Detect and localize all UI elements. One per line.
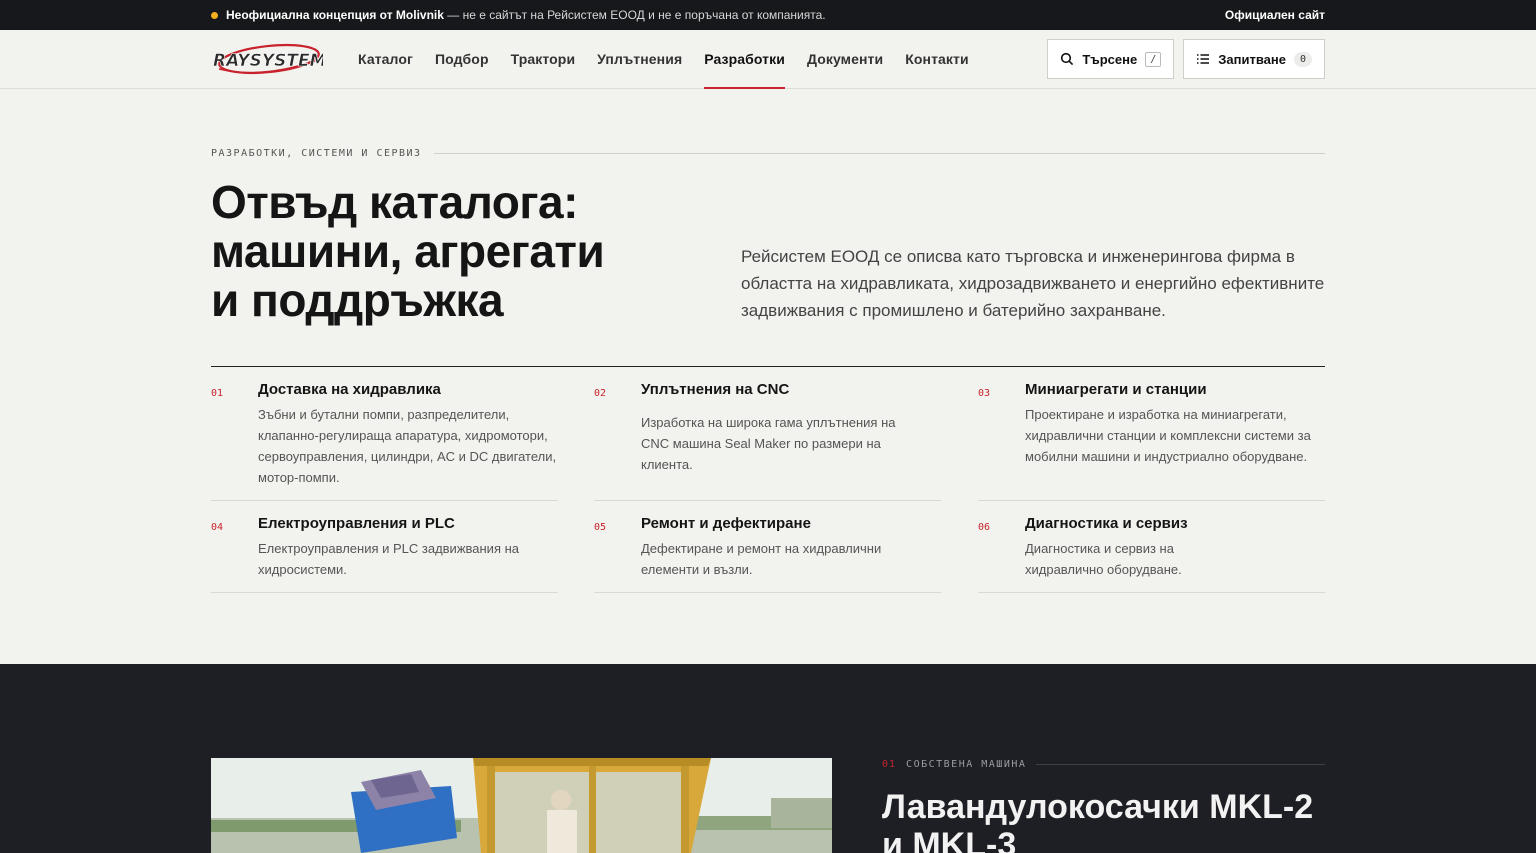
search-button[interactable]: Търсене / bbox=[1047, 39, 1175, 79]
search-icon bbox=[1061, 52, 1074, 66]
official-site-link[interactable]: Официален сайт bbox=[1225, 8, 1325, 22]
nav-selection[interactable]: Подбор bbox=[435, 30, 489, 88]
nav-seals[interactable]: Уплътнения bbox=[597, 30, 682, 88]
notice-text: Неофициална концепция от Molivnik — не е… bbox=[226, 8, 826, 22]
notice-dot-icon bbox=[211, 11, 218, 19]
nav-contacts[interactable]: Контакти bbox=[905, 30, 968, 88]
notice-bar: Неофициална концепция от Molivnik — не е… bbox=[0, 0, 1536, 30]
eyebrow-divider bbox=[433, 153, 1325, 154]
site-header: RAYSYSTEM Каталог Подбор Трактори Уплътн… bbox=[0, 30, 1536, 89]
raysystem-logo[interactable]: RAYSYSTEM bbox=[211, 39, 323, 79]
main-nav: Каталог Подбор Трактори Уплътнения Разра… bbox=[358, 30, 991, 89]
service-item[interactable]: 02 Уплътнения на CNC Изработка на широка… bbox=[594, 367, 941, 501]
service-item[interactable]: 03 Миниагрегати и станции Проектиране и … bbox=[978, 367, 1325, 501]
nav-developments[interactable]: Разработки bbox=[704, 30, 785, 89]
nav-catalog[interactable]: Каталог bbox=[358, 30, 413, 88]
search-shortcut-key: / bbox=[1145, 51, 1162, 67]
page-title: Отвъд каталога: машини, агрегати и поддр… bbox=[211, 176, 605, 326]
feature-title: Лавандулокосачки MKL-2 и MKL-3 bbox=[882, 788, 1314, 853]
inquiry-button[interactable]: Запитване 0 bbox=[1183, 39, 1325, 79]
lavender-harvester-photo bbox=[211, 758, 832, 853]
nav-documents[interactable]: Документи bbox=[807, 30, 883, 88]
service-item[interactable]: 04 Електроуправления и PLC Електроуправл… bbox=[211, 501, 558, 593]
inquiry-count-badge: 0 bbox=[1293, 51, 1312, 67]
list-icon bbox=[1197, 54, 1210, 64]
hero-description: Рейсистем ЕООД се описва като търговска … bbox=[741, 247, 1325, 320]
feature-eyebrow: 01 СОБСТВЕНА МАШИНА bbox=[882, 759, 1325, 770]
section-eyebrow: РАЗРАБОТКИ, СИСТЕМИ И СЕРВИЗ bbox=[211, 148, 1325, 159]
nav-tractors[interactable]: Трактори bbox=[511, 30, 576, 88]
service-item[interactable]: 06 Диагностика и сервиз Диагностика и се… bbox=[978, 501, 1325, 593]
feature-eyebrow-divider bbox=[1036, 764, 1325, 765]
svg-text:RAYSYSTEM: RAYSYSTEM bbox=[213, 51, 323, 71]
service-item[interactable]: 01 Доставка на хидравлика Зъбни и буталн… bbox=[211, 367, 558, 501]
service-item[interactable]: 05 Ремонт и дефектиране Дефектиране и ре… bbox=[594, 501, 941, 593]
